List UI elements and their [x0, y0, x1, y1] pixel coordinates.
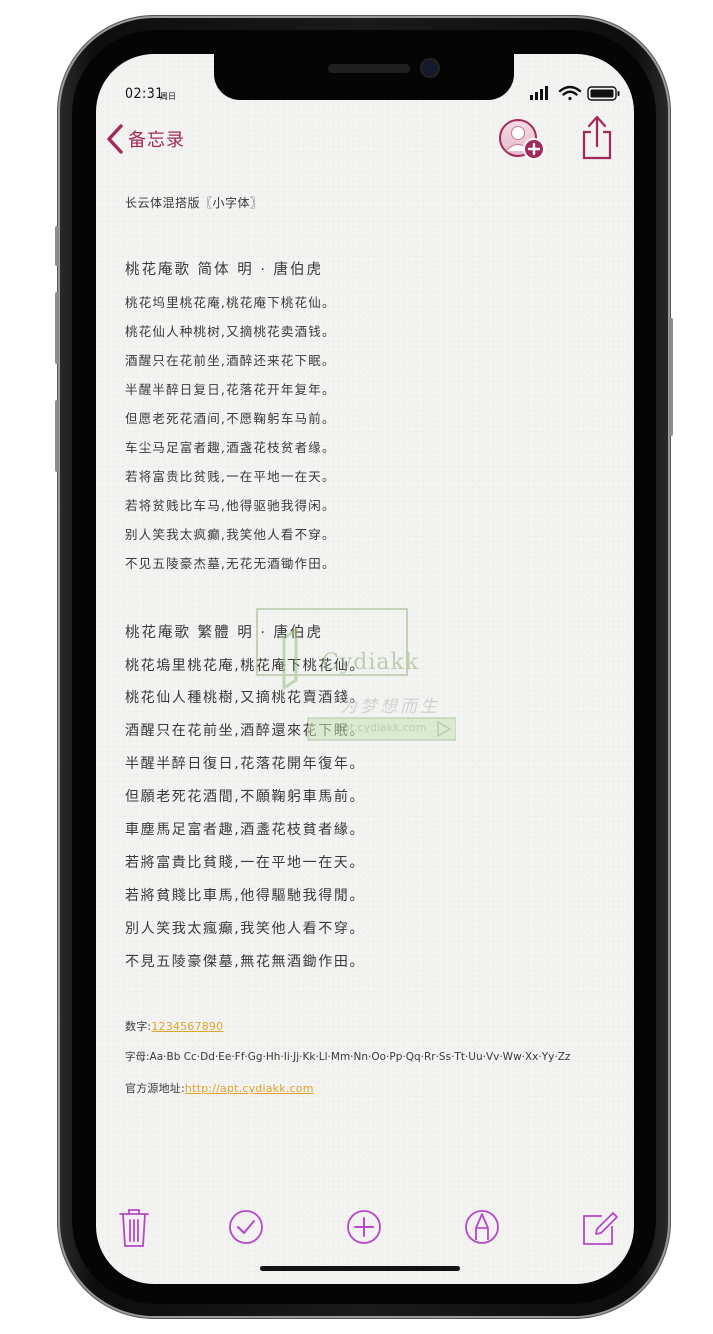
poem-line: 不見五陵豪傑墓,無花無酒鋤作田。: [125, 954, 366, 970]
numbers-link[interactable]: 1234567890: [151, 1020, 223, 1033]
markup-button[interactable]: [462, 1206, 502, 1248]
trash-icon: [119, 1209, 149, 1247]
poem-line: 半醒半醉日复日,花落花开年复年。: [125, 382, 336, 397]
notch: [214, 54, 514, 100]
source-url-link[interactable]: http://apt.cydiakk.com: [185, 1082, 314, 1095]
letters-label: 字母:: [125, 1051, 150, 1063]
poem-line: 不见五陵豪杰墓,无花无酒锄作田。: [125, 556, 336, 571]
poem-line: 若將富貴比貧賤,一在平地一在天。: [125, 855, 366, 871]
chevron-left-icon: [106, 124, 124, 154]
poem-title-simplified: 桃花庵歌 简体 明 · 唐伯虎: [125, 262, 324, 278]
volume-down-button: [55, 400, 59, 472]
poem-line: 车尘马足富者趣,酒盏花枝贫者缘。: [125, 440, 336, 455]
poem-line: 桃花仙人種桃樹,又摘桃花賣酒錢。: [125, 690, 366, 706]
letters-value: Aa·Bb Cc·Dd·Ee·Ff·Gg·Hh·Ii·Jj·Kk·Ll·Mm·N…: [149, 1051, 571, 1063]
delete-button[interactable]: [114, 1206, 154, 1248]
source-label: 官方源地址:: [125, 1082, 185, 1095]
poem-line: 但愿老死花酒间,不愿鞠躬车马前。: [125, 411, 336, 426]
poem-title-traditional: 桃花庵歌 繁體 明 · 唐伯虎: [125, 625, 324, 641]
status-time: 02:31: [125, 86, 164, 102]
poem-line: 但願老死花酒間,不願鞠躬車馬前。: [125, 789, 366, 805]
poem-line: 别人笑我太疯癫,我笑他人看不穿。: [125, 527, 336, 542]
back-label: 备忘录: [128, 130, 185, 151]
home-indicator: [260, 1266, 460, 1271]
status-day: 周日: [160, 92, 176, 101]
poem-line: 若將貧賤比車馬,他得驅馳我得閒。: [125, 888, 366, 904]
letters-row: 字母:Aa·Bb Cc·Dd·Ee·Ff·Gg·Hh·Ii·Jj·Kk·Ll·M…: [125, 1049, 570, 1064]
poem-line: 若将贫贱比车马,他得驱驰我得闲。: [125, 498, 336, 513]
checklist-button[interactable]: [226, 1206, 266, 1248]
poem-line: 桃花坞里桃花庵,桃花庵下桃花仙。: [125, 295, 336, 310]
compose-icon: [583, 1212, 618, 1245]
poem-line: 別人笑我太瘋癲,我笑他人看不穿。: [125, 921, 366, 937]
poem-line: 桃花仙人种桃树,又摘桃花卖酒钱。: [125, 324, 336, 339]
share-button[interactable]: [580, 114, 614, 162]
battery-icon: [587, 86, 620, 101]
back-button[interactable]: 备忘录: [106, 122, 196, 156]
add-person-icon: [499, 119, 545, 160]
volume-up-button: [55, 292, 59, 364]
poem-line: 酒醒只在花前坐,酒醉還來花下眠。: [125, 723, 366, 739]
speaker-grille: [328, 64, 410, 73]
front-camera: [422, 60, 438, 76]
add-button[interactable]: [344, 1206, 384, 1248]
source-row: 官方源地址:http://apt.cydiakk.com: [125, 1080, 314, 1096]
poem-line: 半醒半醉日復日,花落花開年復年。: [125, 756, 366, 772]
checkmark-circle-icon: [229, 1210, 263, 1244]
numbers-row: 数字:1234567890: [125, 1018, 223, 1034]
add-person-button[interactable]: [498, 118, 546, 164]
wifi-icon: [558, 85, 582, 101]
note-header: 长云体混搭版〖小字体〗: [125, 196, 263, 210]
status-icons: [530, 84, 622, 102]
poem-line: 酒醒只在花前坐,酒醉还来花下眠。: [125, 353, 336, 368]
share-icon: [582, 115, 612, 160]
plus-circle-icon: [347, 1210, 381, 1244]
numbers-label: 数字:: [125, 1020, 152, 1033]
poem-line: 若将富贵比贫贱,一在平地一在天。: [125, 469, 336, 484]
side-button: [669, 318, 673, 436]
mute-switch: [55, 226, 59, 266]
cellular-signal-icon: [530, 86, 548, 100]
poem-line: 桃花塢里桃花庵,桃花庵下桃花仙。: [125, 658, 366, 674]
poem-line: 車塵馬足富者趣,酒盞花枝貧者緣。: [125, 822, 366, 838]
compose-button[interactable]: [580, 1206, 620, 1248]
markup-pen-icon: [465, 1210, 499, 1244]
